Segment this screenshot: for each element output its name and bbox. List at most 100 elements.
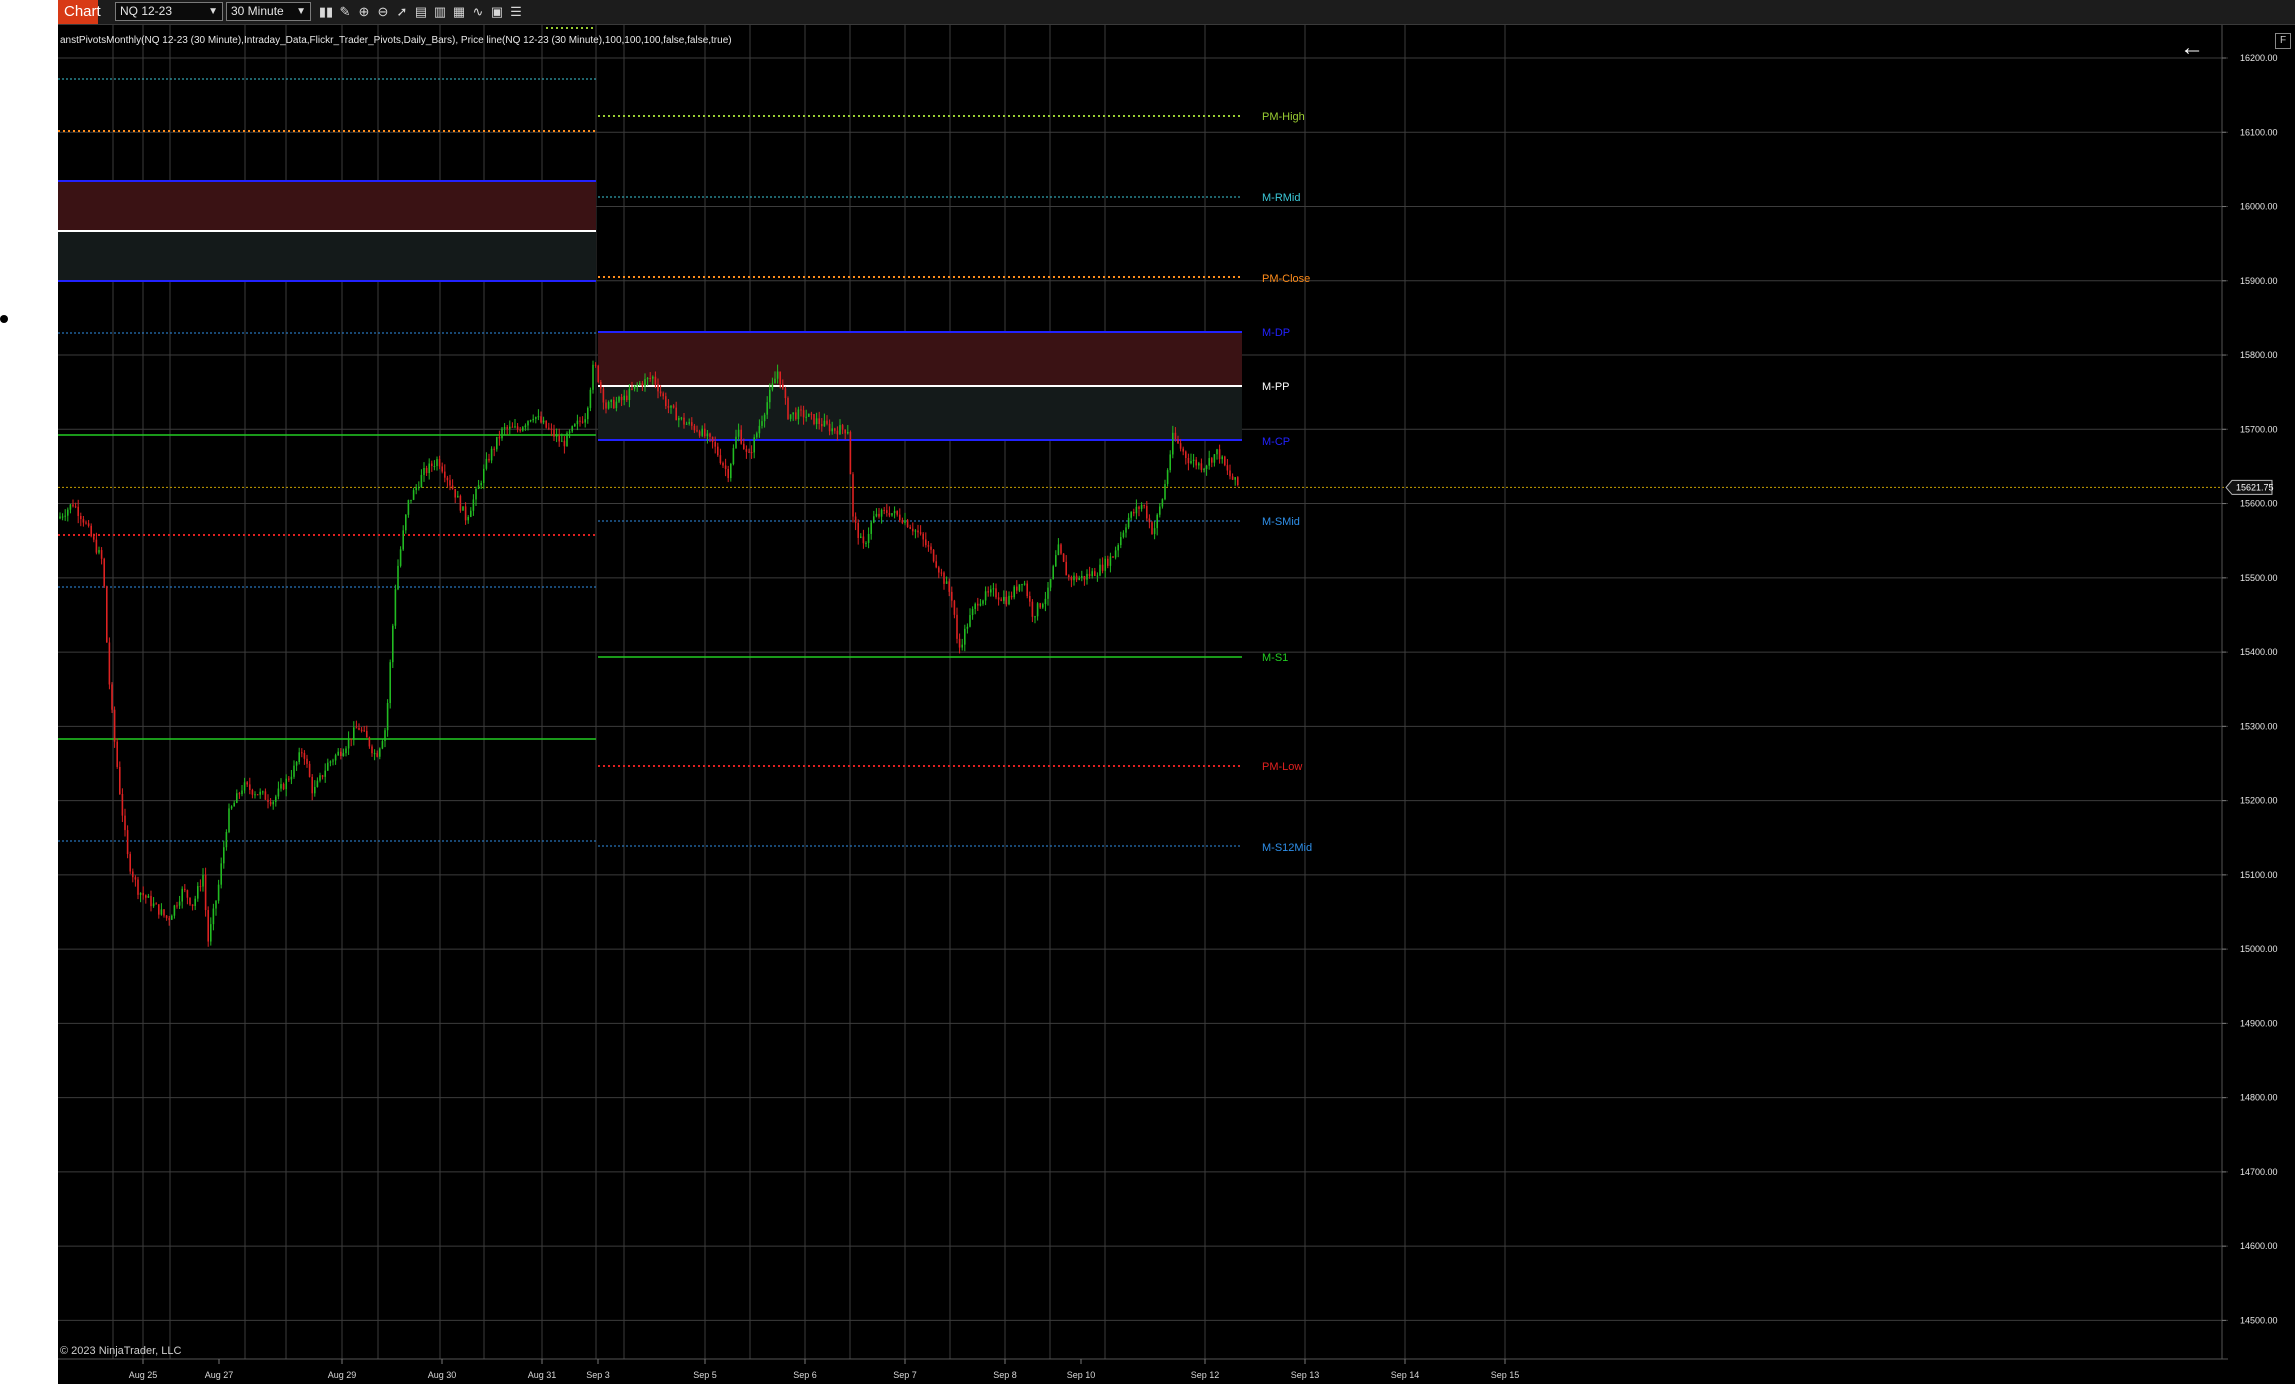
candle-body <box>436 459 438 466</box>
candle-body <box>241 790 243 795</box>
candle-body <box>670 405 672 408</box>
candle-body <box>509 426 511 429</box>
candle-body <box>823 420 826 427</box>
candle-body <box>165 915 168 919</box>
candle-body <box>1036 603 1039 617</box>
candle-body <box>631 388 633 390</box>
candle-body <box>152 903 155 907</box>
candle-body <box>444 471 446 478</box>
candle-body <box>761 421 763 426</box>
candle-body <box>581 421 584 423</box>
candle-body <box>251 789 254 795</box>
candle-body <box>948 581 950 592</box>
candle-body <box>132 871 134 878</box>
candle-body <box>1224 456 1226 466</box>
candle-body <box>77 506 79 516</box>
candle-body <box>423 468 425 475</box>
bar-chart-style-icon[interactable]: ▮▮ <box>317 3 335 21</box>
candle-body <box>1000 599 1002 601</box>
price-tick-label: 15200.00 <box>2240 796 2278 806</box>
candle-body <box>641 383 644 387</box>
candle-body <box>529 420 532 422</box>
candle-body <box>1221 456 1223 460</box>
price-tick-label: 16000.00 <box>2240 202 2278 212</box>
price-chart[interactable]: PM-High M-RMid PM-Close M-DP M-PP M-CP M-SMid M… <box>58 25 2295 1384</box>
candle-body <box>649 378 651 380</box>
data-box-icon[interactable]: ▤ <box>412 3 430 21</box>
candle-body <box>925 539 927 546</box>
candle-body <box>1081 576 1083 578</box>
candle-body <box>360 729 363 731</box>
candle-body <box>860 536 862 538</box>
candle-body <box>337 751 339 756</box>
candle-body <box>324 770 326 777</box>
candle-body <box>230 806 233 809</box>
pivot-label: M-S1 <box>1262 652 1288 664</box>
candle-body <box>119 766 121 795</box>
zoom-out-icon[interactable]: ⊖ <box>374 3 392 21</box>
candle-body <box>1138 506 1140 509</box>
candle-body <box>202 874 204 887</box>
candle-body <box>386 702 389 731</box>
candle-body <box>602 388 605 403</box>
candle-body <box>797 409 800 420</box>
candle-body <box>59 516 61 519</box>
candle-body <box>774 378 776 384</box>
candle-body <box>1182 448 1184 452</box>
templates-icon[interactable]: ▣ <box>488 3 506 21</box>
more-menu-icon[interactable]: ☰ <box>507 3 525 21</box>
candle-body <box>355 727 358 729</box>
candle-body <box>254 794 256 796</box>
candle-body <box>498 436 501 439</box>
candle-body <box>431 463 433 467</box>
candle-body <box>111 684 113 710</box>
candle-body <box>178 901 181 906</box>
candle-body <box>366 730 368 738</box>
candle-body <box>620 396 623 401</box>
candle-body <box>1146 505 1148 519</box>
candle-body <box>756 433 758 438</box>
candle-body <box>769 389 771 403</box>
interval-selector[interactable]: 30 Minute ▼ <box>226 2 311 21</box>
candle-body <box>1185 451 1187 458</box>
candle-body <box>418 487 420 489</box>
strategies-icon[interactable]: ▦ <box>450 3 468 21</box>
candle-body <box>537 416 540 418</box>
candle-body <box>441 466 443 472</box>
candle-body <box>402 530 404 550</box>
candle-body <box>639 383 641 385</box>
candle-body <box>597 365 599 382</box>
candle-body <box>1125 527 1127 533</box>
candle-body <box>987 591 989 593</box>
candle-body <box>449 480 451 486</box>
indicator-label: anstPivotsMonthly(NQ 12-23 (30 Minute),I… <box>60 35 732 46</box>
indicators-icon[interactable]: ∿ <box>469 3 487 21</box>
chart-tab[interactable]: Chart <box>58 0 101 24</box>
candle-body <box>314 786 316 794</box>
zoom-in-icon[interactable]: ⊕ <box>355 3 373 21</box>
candle-body <box>932 549 935 562</box>
candle-body <box>472 499 475 511</box>
instrument-selector[interactable]: NQ 12-23 ▼ <box>115 2 223 21</box>
candle-body <box>412 490 415 500</box>
candle-body <box>683 417 685 425</box>
pencil-icon[interactable]: ✎ <box>336 3 354 21</box>
candle-body <box>347 738 350 749</box>
candle-body <box>1143 505 1145 507</box>
candle-body <box>129 854 131 872</box>
panel-button[interactable]: F <box>2275 33 2291 49</box>
candle-body <box>1166 470 1169 485</box>
candle-body <box>706 433 709 437</box>
candle-body <box>493 448 495 450</box>
candle-body <box>376 753 378 757</box>
back-arrow-icon[interactable]: ← <box>2180 36 2204 60</box>
properties-icon[interactable]: ▥ <box>431 3 449 21</box>
candle-body <box>1078 577 1080 580</box>
cursor-icon[interactable]: ➚ <box>393 3 411 21</box>
candle-body <box>1216 449 1218 455</box>
candle-body <box>841 425 844 430</box>
candle-body <box>558 435 560 442</box>
candle-body <box>158 904 160 915</box>
pivot-label: PM-High <box>1262 111 1305 123</box>
chart-panel[interactable]: PM-High M-RMid PM-Close M-DP M-PP M-CP M-SMid M… <box>58 25 2295 1384</box>
